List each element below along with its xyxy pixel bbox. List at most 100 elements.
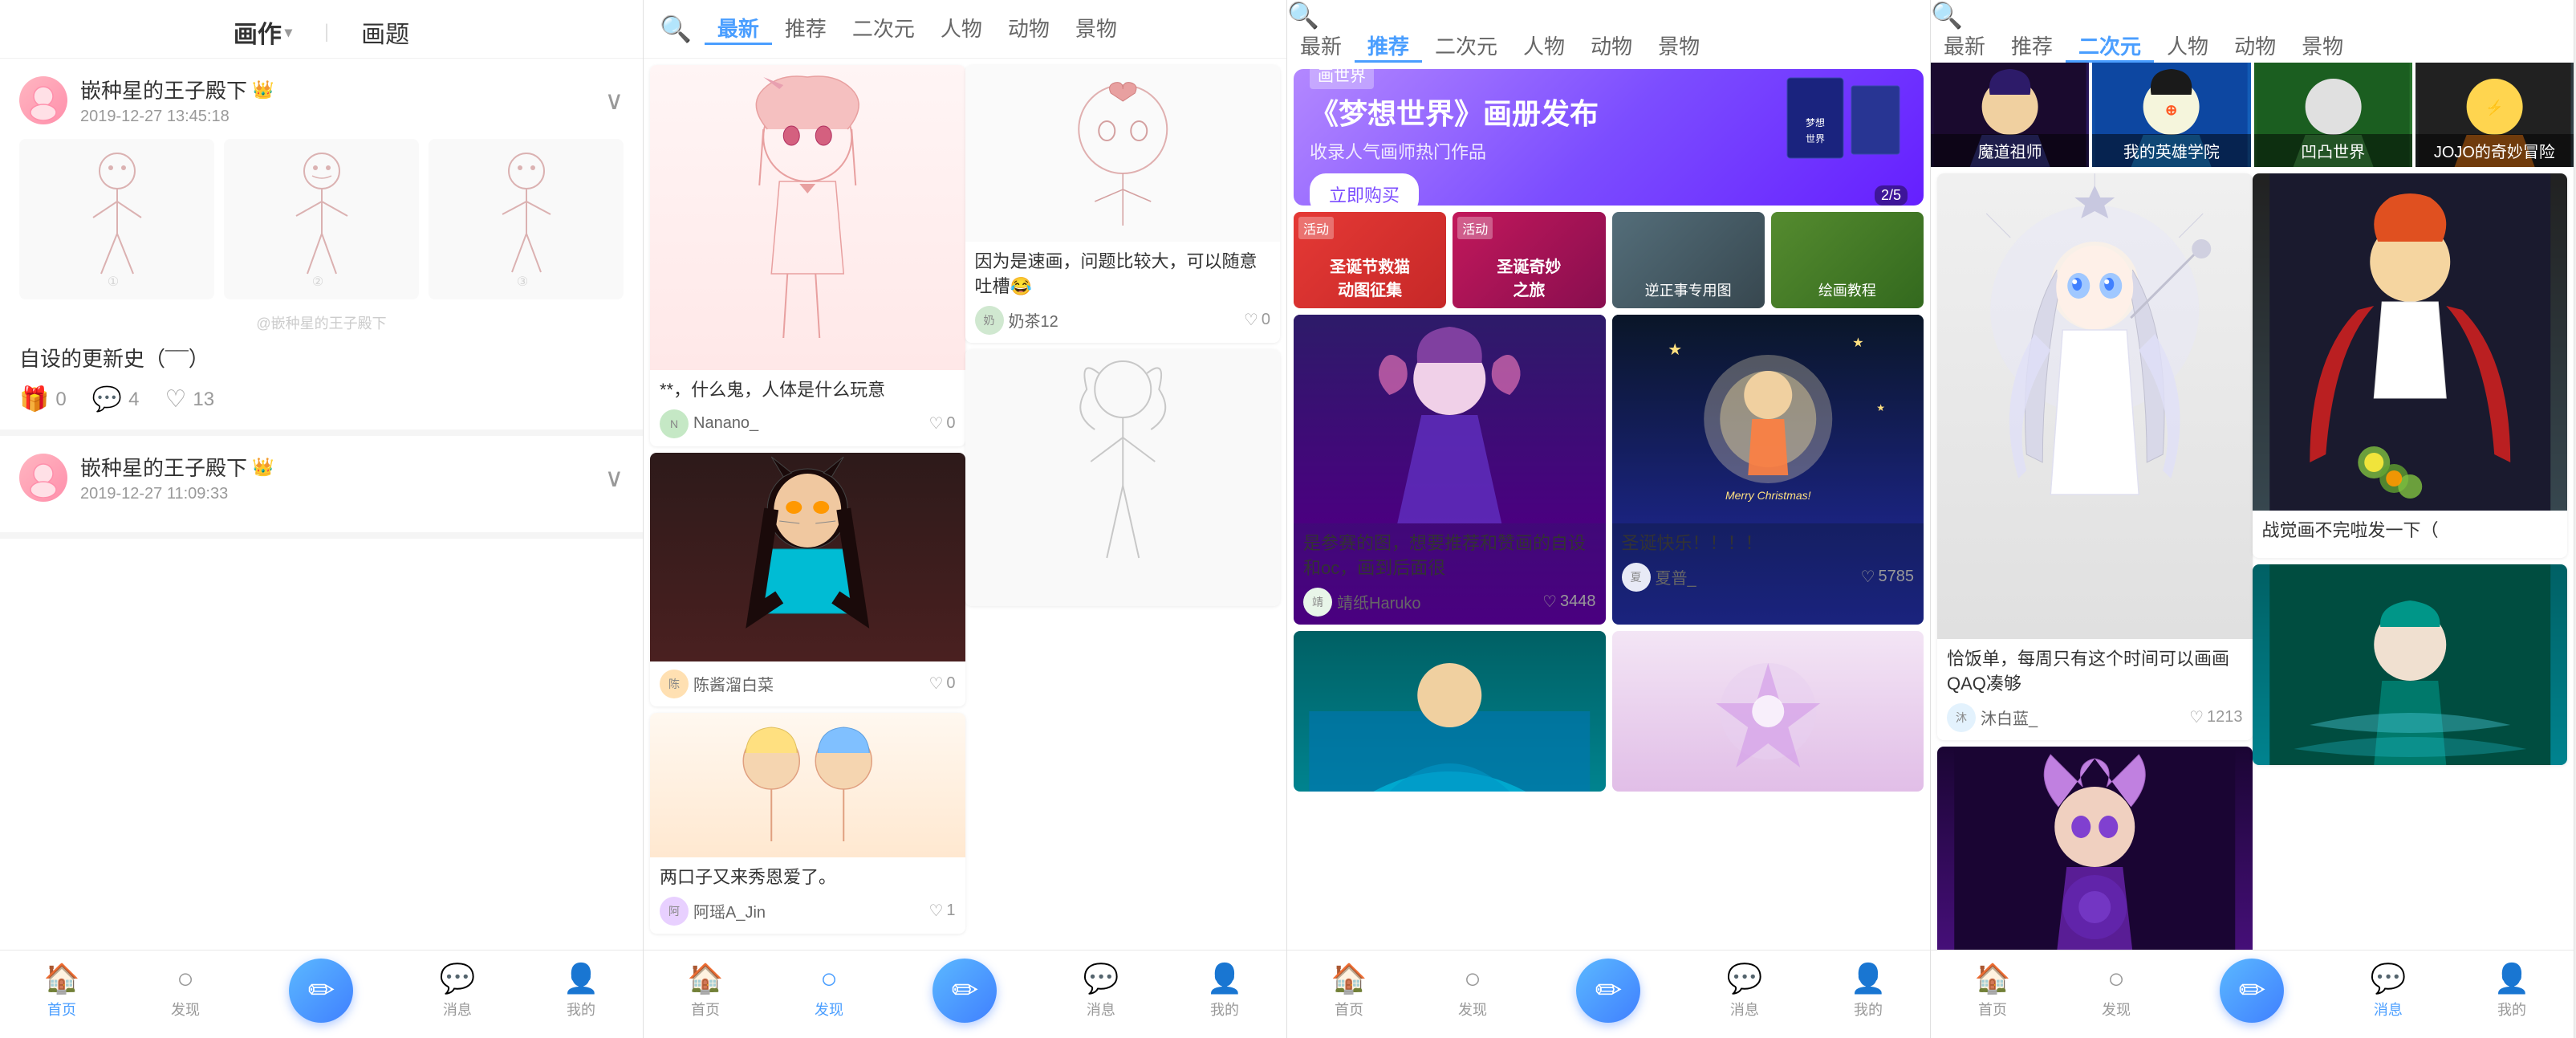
recommend-scroll[interactable]: 画世界 《梦想世界》画册发布 收录人气画师热门作品 立即购买 梦想 世界 2/5… <box>1287 63 1930 1038</box>
activity-card-4[interactable]: 绘画教程 <box>1771 212 1924 308</box>
toolbar-create-1[interactable]: ✏ <box>247 959 396 1023</box>
art-image-2-3 <box>965 65 1281 242</box>
toolbar-profile-3[interactable]: 👤 我的 <box>1806 962 1930 1020</box>
banner-thumb-4-2[interactable]: ⊕ 我的英雄学院 <box>2092 63 2250 167</box>
toolbar-discover-3[interactable]: ○ 发现 <box>1411 962 1534 1020</box>
art-author-3-left[interactable]: 靖 靖纸Haruko <box>1303 588 1420 617</box>
cat-tab-people-4[interactable]: 人物 <box>2154 31 2221 63</box>
art-grid-3-2-left[interactable] <box>1294 631 1606 792</box>
art-author-2-5[interactable]: 阿 阿瑶A_Jin <box>660 897 766 926</box>
banner-thumb-4-1[interactable]: 魔道祖师 <box>1931 63 2089 167</box>
message-label-4: 消息 <box>2374 999 2403 1020</box>
post-more-1[interactable]: ∨ <box>605 85 624 116</box>
cat-tab-animals-2[interactable]: 动物 <box>995 13 1062 45</box>
cat-tab-recommended-3[interactable]: 推荐 <box>1355 31 1422 63</box>
toolbar-profile-4[interactable]: 👤 我的 <box>2450 962 2574 1020</box>
action-gift-1[interactable]: 🎁 0 <box>19 385 67 413</box>
post-username-1[interactable]: 嵌种星的王子殿下 👑 <box>80 75 605 104</box>
art-grid-3-left[interactable]: 是参赛的图，想要推荐和赞画的自设和oc，画到后面很 靖 靖纸Haruko ♡ 3… <box>1294 315 1606 625</box>
create-button-4[interactable]: ✏ <box>2220 959 2284 1023</box>
cat-tab-latest-4[interactable]: 最新 <box>1931 31 1998 63</box>
toolbar-message-4[interactable]: 💬 消息 <box>2326 962 2450 1020</box>
cat-tab-latest-3[interactable]: 最新 <box>1287 31 1355 63</box>
art-card-2-1[interactable]: **，什么鬼，人体是什么玩意 N Nanano_ ♡ 0 <box>650 65 965 446</box>
art-card-4-2[interactable]: 战觉画不完啦发一下（ <box>2253 173 2568 558</box>
toolbar-create-2[interactable]: ✏ <box>891 959 1039 1023</box>
toolbar-home-3[interactable]: 🏠 首页 <box>1287 962 1411 1020</box>
action-comment-1[interactable]: 💬 4 <box>92 385 140 413</box>
activity-card-1[interactable]: 活动 圣诞节救猫动图征集 <box>1294 212 1446 308</box>
toolbar-discover-1[interactable]: ○ 发现 <box>124 962 247 1020</box>
art-card-2-2[interactable]: 陈 陈酱溜白菜 ♡ 0 <box>650 453 965 706</box>
art-card-2-4[interactable] <box>965 349 1281 606</box>
cat-tab-recommended-4[interactable]: 推荐 <box>1998 31 2066 63</box>
toolbar-home-2[interactable]: 🏠 首页 <box>644 962 767 1020</box>
banner-thumb-4-3[interactable]: 凹凸世界 <box>2254 63 2412 167</box>
tab-huazuo[interactable]: 画作 ▾ <box>234 14 292 50</box>
cat-tab-scenery-4[interactable]: 景物 <box>2289 31 2356 63</box>
banner-section-3[interactable]: 画世界 《梦想世界》画册发布 收录人气画师热门作品 立即购买 梦想 世界 2/5 <box>1294 69 1924 206</box>
toolbar-create-4[interactable]: ✏ <box>2178 959 2326 1023</box>
post-image-1a[interactable]: ① <box>19 139 214 299</box>
cat-tab-scenery-3[interactable]: 景物 <box>1645 31 1713 63</box>
art-author-4-1[interactable]: 沐 沐白蓝_ <box>1947 703 2038 732</box>
heart-icon-3-right: ♡ <box>1861 567 1875 587</box>
like-num-3-right: 5785 <box>1879 568 1915 586</box>
banner-thumb-4-4[interactable]: ⚡ JOJO的奇妙冒险 <box>2416 63 2574 167</box>
activity-card-3[interactable]: 逆正事专用图 <box>1612 212 1765 308</box>
post-actions-1: 🎁 0 💬 4 ♡ 13 <box>19 385 624 413</box>
toolbar-message-2[interactable]: 💬 消息 <box>1039 962 1163 1020</box>
post-image-1b[interactable]: ② <box>224 139 419 299</box>
discover-scroll[interactable]: **，什么鬼，人体是什么玩意 N Nanano_ ♡ 0 <box>644 59 1286 1038</box>
banner-buy-btn[interactable]: 立即购买 <box>1310 173 1419 206</box>
toolbar-profile-1[interactable]: 👤 我的 <box>519 962 643 1020</box>
art-grid-3-right[interactable]: Merry Christmas! ★ ★ ★ 圣诞快乐！！！！ 夏 <box>1612 315 1924 625</box>
toolbar-home-4[interactable]: 🏠 首页 <box>1931 962 2054 1020</box>
feed-scroll[interactable]: 嵌种星的王子殿下 👑 2019-12-27 13:45:18 ∨ <box>0 59 643 978</box>
art-author-2-1[interactable]: N Nanano_ <box>660 409 758 438</box>
art-author-2-3[interactable]: 奶 奶茶12 <box>975 306 1058 335</box>
toolbar-message-3[interactable]: 💬 消息 <box>1683 962 1806 1020</box>
art-card-4-1[interactable]: 恰饭单，每周只有这个时间可以画画QAQ凑够 沐 沐白蓝_ ♡ 1213 <box>1937 173 2253 740</box>
cat-tab-scenery-2[interactable]: 景物 <box>1062 13 1130 45</box>
search-icon-4[interactable]: 🔍 <box>1931 1 1963 30</box>
cat-tab-latest-2[interactable]: 最新 <box>705 13 772 45</box>
post-more-2[interactable]: ∨ <box>605 462 624 493</box>
avatar-1[interactable] <box>19 76 67 124</box>
art-author-3-right[interactable]: 夏 夏普_ <box>1622 563 1696 592</box>
cat-tab-recommended-2[interactable]: 推荐 <box>772 13 839 45</box>
create-button-1[interactable]: ✏ <box>289 959 353 1023</box>
heart-icon-2-5: ♡ <box>928 901 943 921</box>
art-author-2-2[interactable]: 陈 陈酱溜白菜 <box>660 670 774 698</box>
toolbar-discover-2[interactable]: ○ 发现 <box>767 962 891 1020</box>
cat-tab-anime-4[interactable]: 二次元 <box>2066 31 2154 63</box>
action-like-1[interactable]: ♡ 13 <box>165 385 214 413</box>
cat-tab-animals-4[interactable]: 动物 <box>2221 31 2289 63</box>
toolbar-discover-4[interactable]: ○ 发现 <box>2054 962 2178 1020</box>
art-grid-3-2-right[interactable] <box>1612 631 1924 792</box>
art-card-2-5[interactable]: 两口子又来秀恩爱了。 阿 阿瑶A_Jin ♡ 1 <box>650 713 965 934</box>
author-name-2-1: Nanano_ <box>693 414 758 433</box>
art-card-2-3[interactable]: 因为是速画，问题比较大，可以随意吐槽😂 奶 奶茶12 ♡ 0 <box>965 65 1281 343</box>
art-card-4-4[interactable] <box>2253 564 2568 765</box>
cat-tab-animals-3[interactable]: 动物 <box>1578 31 1645 63</box>
toolbar-create-3[interactable]: ✏ <box>1534 959 1683 1023</box>
cat-tab-anime-2[interactable]: 二次元 <box>839 13 928 45</box>
search-icon-3[interactable]: 🔍 <box>1287 1 1319 30</box>
cat-tab-anime-3[interactable]: 二次元 <box>1422 31 1510 63</box>
create-button-3[interactable]: ✏ <box>1576 959 1640 1023</box>
post-username-2[interactable]: 嵌种星的王子殿下 👑 <box>80 452 605 482</box>
message-icon: 💬 <box>440 962 476 995</box>
avatar-2[interactable] <box>19 454 67 502</box>
tab-huati[interactable]: 画题 <box>361 14 409 50</box>
activity-card-2[interactable]: 活动 圣诞奇妙之旅 <box>1453 212 1605 308</box>
cat-tab-people-2[interactable]: 人物 <box>928 13 995 45</box>
toolbar-profile-2[interactable]: 👤 我的 <box>1163 962 1286 1020</box>
create-button-2[interactable]: ✏ <box>932 959 997 1023</box>
anime-scroll[interactable]: 魔道祖师 ⊕ 我的英雄学院 <box>1931 63 2574 1038</box>
toolbar-home-1[interactable]: 🏠 首页 <box>0 962 124 1020</box>
post-image-1c[interactable]: ③ <box>429 139 624 299</box>
search-icon-2[interactable]: 🔍 <box>660 14 692 44</box>
toolbar-message-1[interactable]: 💬 消息 <box>396 962 519 1020</box>
cat-tab-people-3[interactable]: 人物 <box>1510 31 1578 63</box>
